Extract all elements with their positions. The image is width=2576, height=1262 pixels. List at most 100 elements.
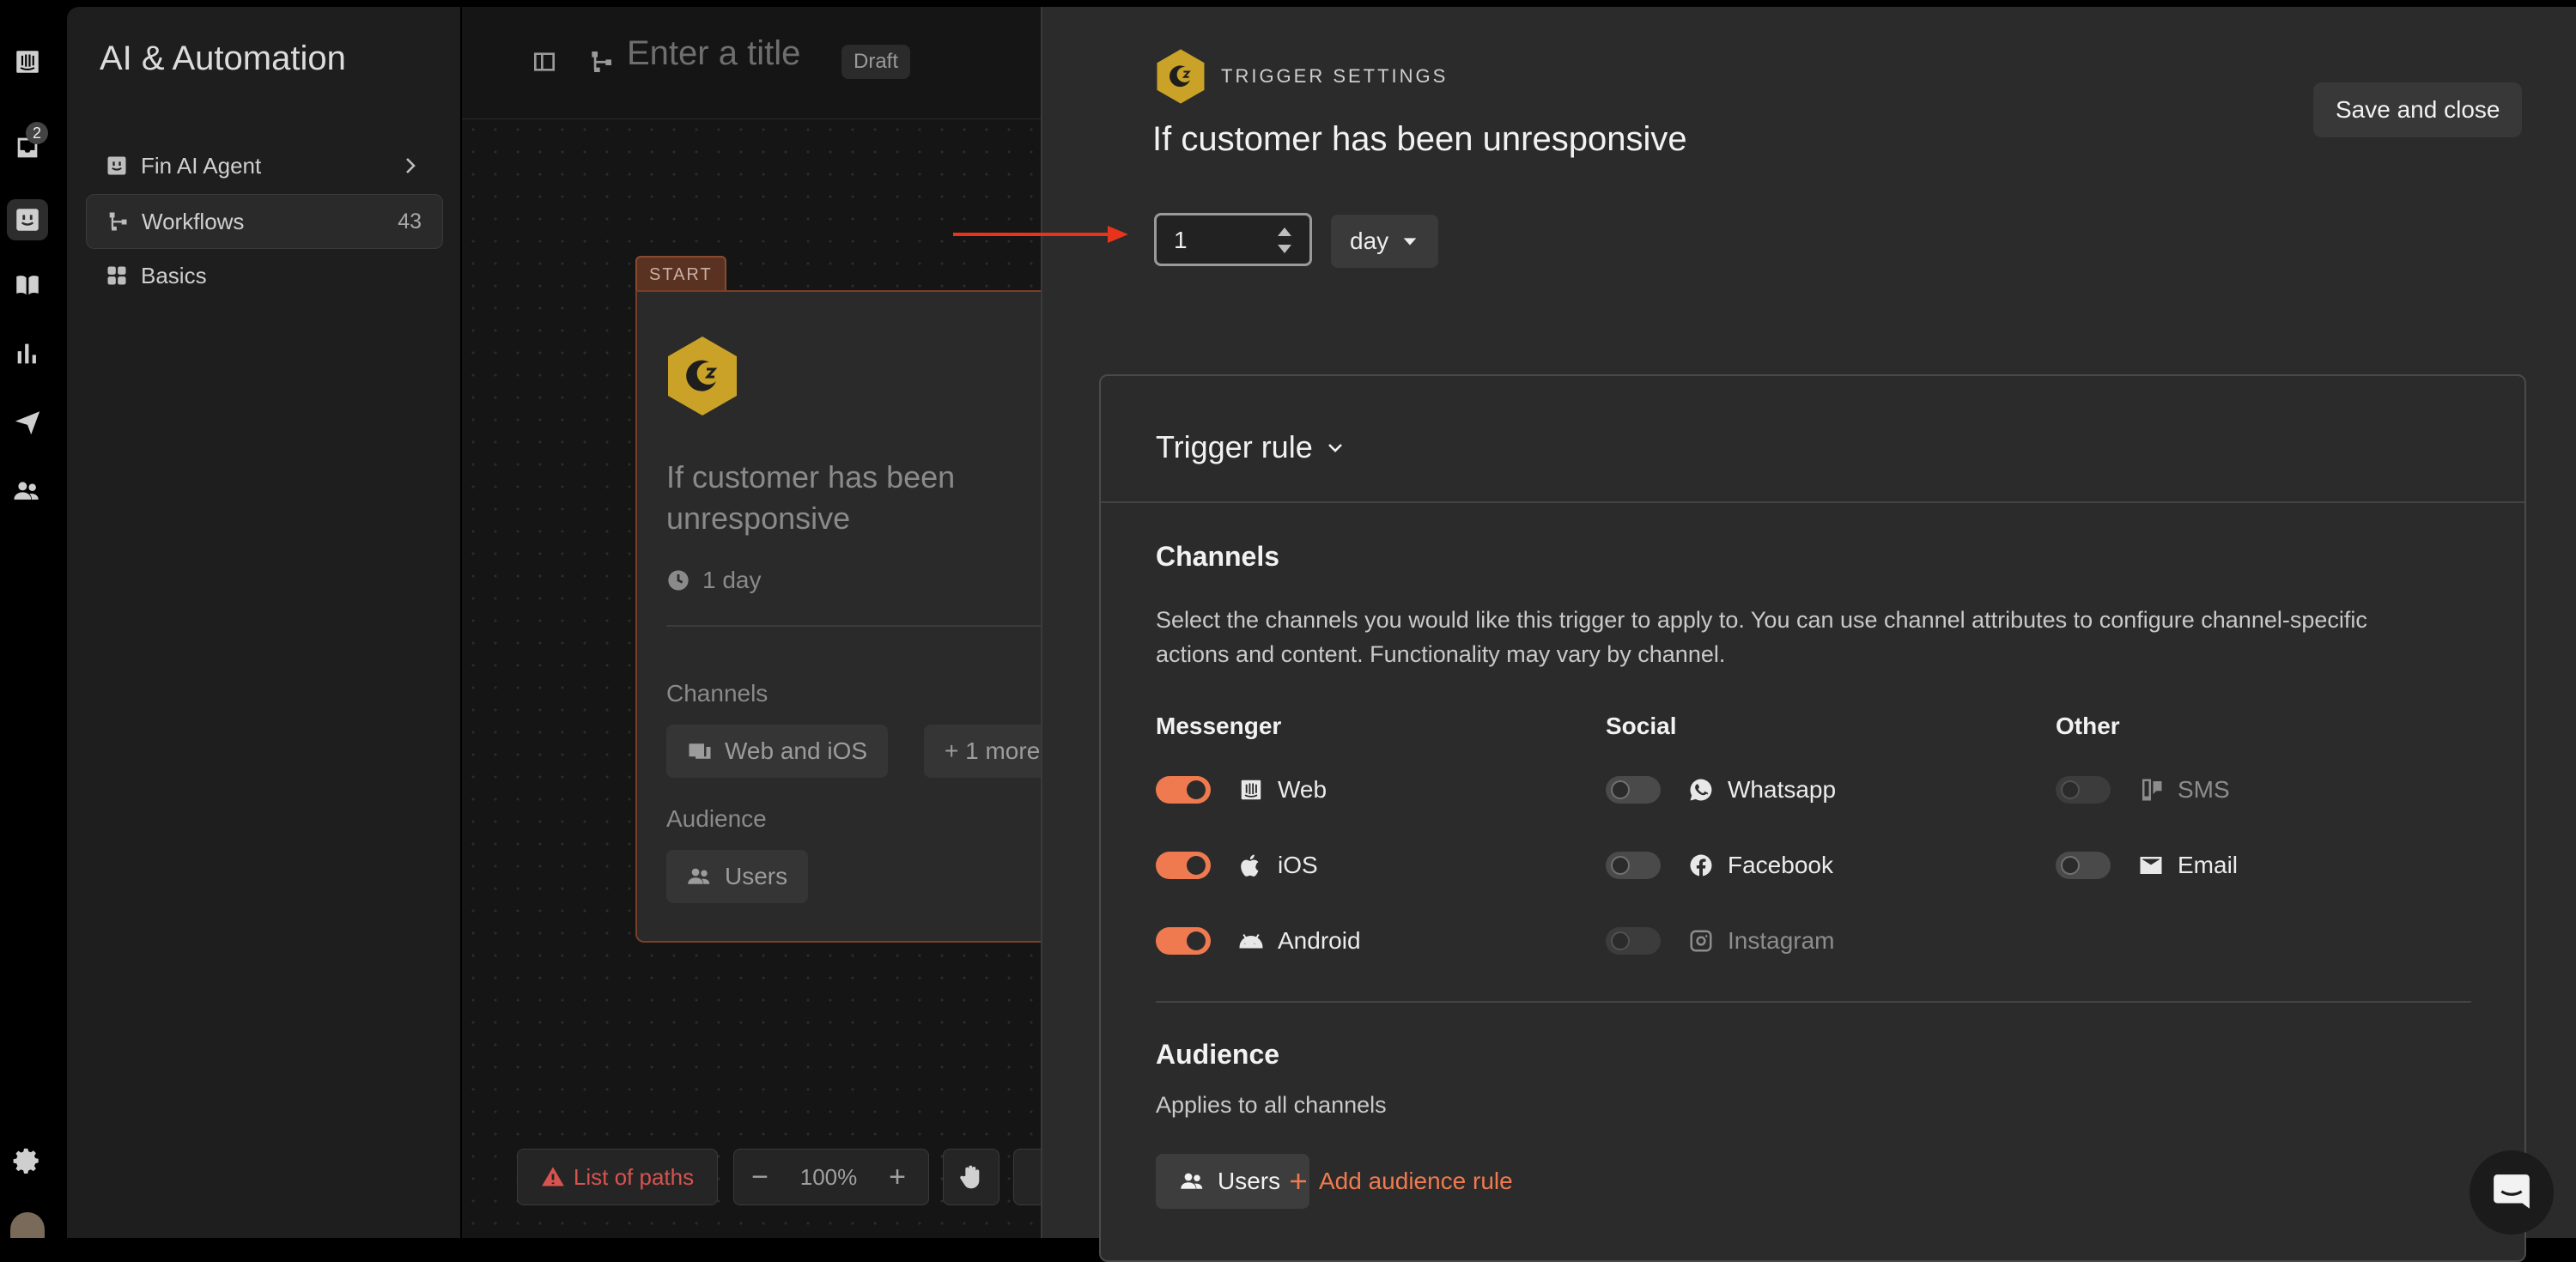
channel-whatsapp: Whatsapp (1606, 773, 1836, 807)
nav-item-label: Basics (141, 262, 207, 288)
card-more-chip-label: + 1 more (945, 737, 1041, 764)
duration-input[interactable] (1172, 224, 1261, 257)
audience-description: Applies to all channels (1156, 1092, 1387, 1118)
workflow-icon (106, 209, 130, 234)
channel-label: Android (1278, 927, 1361, 954)
trigger-card-title: If customer has been unresponsive (666, 459, 956, 536)
users-icon (688, 868, 710, 884)
nav-item-fin-ai-agent[interactable]: Fin AI Agent (86, 139, 441, 192)
trigger-rule-header[interactable]: Trigger rule (1101, 376, 2524, 503)
zoom-out-button[interactable]: − (734, 1161, 786, 1194)
trigger-card-time: 1 day (666, 567, 762, 594)
channel-label: SMS (2178, 776, 2230, 803)
stepper-arrows-icon[interactable] (1275, 224, 1294, 257)
add-audience-rule-label: Add audience rule (1319, 1168, 1513, 1194)
channel-label: iOS (1278, 852, 1318, 878)
avatar[interactable] (10, 1212, 45, 1238)
trigger-rule-title: Trigger rule (1156, 429, 1313, 464)
trigger-rule-toggle[interactable]: Trigger rule (1156, 429, 1346, 465)
hand-icon (960, 1165, 980, 1189)
card-audience-chip[interactable]: Users (666, 850, 809, 903)
plus-icon (1291, 1174, 1306, 1189)
add-audience-rule-button[interactable]: Add audience rule (1288, 1168, 1513, 1195)
knowledge-icon[interactable] (10, 268, 45, 302)
contacts-icon[interactable] (10, 474, 45, 508)
card-channels-chip[interactable]: Web and iOS (666, 725, 889, 778)
ai-automation-icon[interactable] (7, 199, 48, 240)
pan-tool-button[interactable] (943, 1149, 999, 1205)
sms-toggle[interactable] (2056, 776, 2111, 804)
sidebar-toggle-icon[interactable] (531, 48, 558, 80)
intercom-icon (1236, 775, 1266, 804)
chevron-down-icon (1327, 444, 1342, 452)
workflow-count: 43 (398, 209, 422, 234)
channel-label: Email (2178, 852, 2239, 878)
outbound-icon[interactable] (10, 405, 45, 440)
users-icon (1181, 1173, 1203, 1189)
intercom-logo-icon[interactable] (10, 45, 45, 79)
android-icon (1236, 926, 1266, 956)
list-of-paths-label: List of paths (573, 1163, 695, 1190)
card-more-chip[interactable]: + 1 more (924, 725, 1042, 778)
channels-heading: Channels (1156, 541, 1280, 572)
ios-toggle[interactable] (1156, 852, 1211, 879)
nav-item-label: Fin AI Agent (141, 152, 262, 179)
duration-stepper[interactable] (1154, 213, 1312, 266)
channel-ios: iOS (1156, 848, 1318, 883)
start-tag: START (635, 256, 726, 292)
channel-facebook: Facebook (1606, 848, 1833, 883)
channel-instagram: Instagram (1606, 924, 1835, 958)
trigger-card[interactable]: If customer has been unresponsive 1 day … (635, 290, 1042, 943)
grid-icon (105, 264, 129, 288)
other-heading: Other (2056, 713, 2120, 739)
channels-icon (689, 743, 711, 759)
section-label: TRIGGER SETTINGS (1221, 65, 1449, 87)
web-toggle[interactable] (1156, 776, 1211, 804)
workflow-title-icon (587, 48, 615, 80)
card-channels-chip-label: Web and iOS (725, 737, 868, 764)
messenger-heading: Messenger (1156, 713, 1282, 739)
messenger-launcher-button[interactable] (2470, 1150, 2554, 1235)
channel-label: Facebook (1728, 852, 1833, 878)
annotation-arrow-icon (953, 226, 1128, 243)
email-icon (2136, 851, 2166, 880)
android-toggle[interactable] (1156, 927, 1211, 955)
facebook-icon (1686, 851, 1716, 880)
divider (666, 625, 1042, 627)
inbox-badge: 2 (26, 122, 48, 144)
panel-title: If customer has been unresponsive (1152, 120, 1687, 158)
apple-icon (1236, 851, 1266, 880)
warning-icon (542, 1167, 564, 1186)
left-nav: AI & Automation Fin AI Agent Workflows 4… (67, 7, 460, 1238)
nav-item-workflows[interactable]: Workflows 43 (86, 194, 443, 249)
audience-users-chip[interactable]: Users (1156, 1154, 1310, 1209)
email-toggle[interactable] (2056, 852, 2111, 879)
channels-description: Select the channels you would like this … (1156, 607, 2367, 667)
workflow-title-input[interactable]: Enter a title (627, 34, 800, 73)
channel-email: Email (2056, 848, 2238, 883)
clock-icon (668, 570, 689, 591)
zoom-in-button[interactable]: + (872, 1161, 923, 1194)
chevron-right-icon (406, 158, 416, 173)
duration-unit-select[interactable]: day (1331, 215, 1439, 268)
channel-label: Instagram (1728, 927, 1835, 954)
list-of-paths-button[interactable]: List of paths (517, 1149, 718, 1205)
zoom-level: 100% (799, 1163, 858, 1190)
card-audience-chip-label: Users (725, 863, 788, 889)
caret-down-icon (1403, 238, 1417, 246)
nav-item-label: Workflows (142, 208, 245, 234)
trigger-rule-box: Trigger rule Channels Select the channel… (1099, 374, 2526, 1262)
trigger-hex-icon (668, 337, 737, 416)
divider (1156, 1001, 2471, 1003)
nav-item-basics[interactable]: Basics (86, 249, 441, 302)
whatsapp-toggle[interactable] (1606, 776, 1661, 804)
save-and-close-button[interactable]: Save and close (2313, 82, 2523, 137)
instagram-toggle[interactable] (1606, 927, 1661, 955)
card-audience-label: Audience (666, 805, 767, 832)
reports-icon[interactable] (10, 337, 45, 371)
facebook-toggle[interactable] (1606, 852, 1661, 879)
trigger-settings-panel: TRIGGER SETTINGS If customer has been un… (1041, 7, 2576, 1262)
settings-icon[interactable] (10, 1144, 45, 1178)
channel-android: Android (1156, 924, 1361, 958)
fin-icon (105, 154, 129, 178)
